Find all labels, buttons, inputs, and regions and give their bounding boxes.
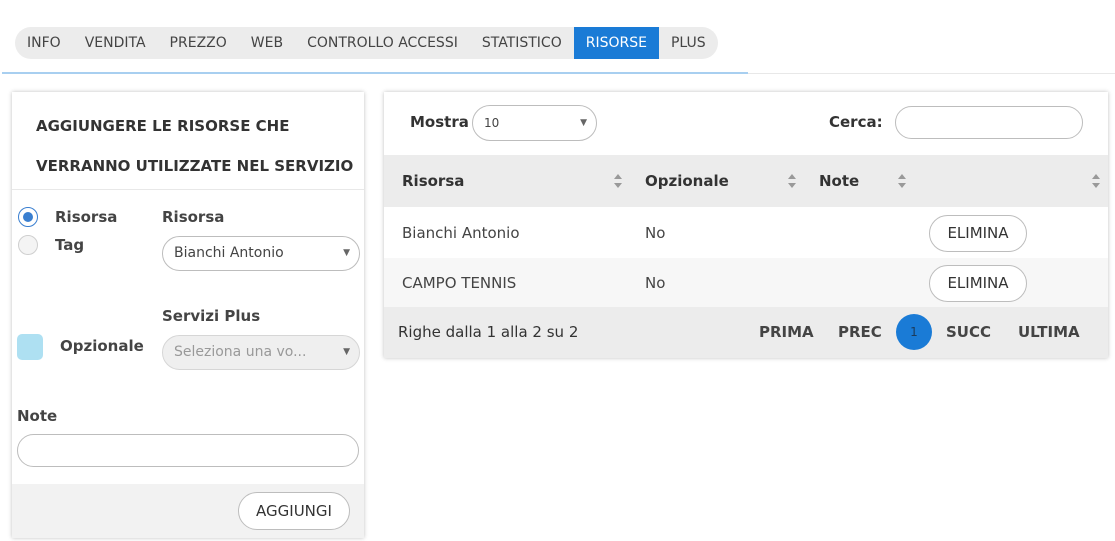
tab-risorse[interactable]: RISORSE (573, 27, 659, 59)
panel-title-line-2: VERRANNO UTILIZZATE NEL SERVIZIO (36, 157, 354, 175)
chevron-down-icon: ▼ (580, 118, 587, 128)
table-footer: Righe dalla 1 alla 2 su 2 PRIMA PREC 1 S… (384, 307, 1108, 358)
panel-title-line-1: AGGIUNGERE LE RISORSE CHE (36, 117, 290, 135)
resource-label: Risorsa (162, 208, 225, 226)
cell-opzionale: No (645, 274, 666, 292)
optional-checkbox[interactable] (17, 334, 43, 360)
delete-button[interactable]: ELIMINA (929, 215, 1027, 252)
pagination-first[interactable]: PRIMA (759, 307, 814, 358)
pagination-next[interactable]: SUCC (946, 307, 991, 358)
pagination-last[interactable]: ULTIMA (1018, 307, 1080, 358)
add-resource-panel: AGGIUNGERE LE RISORSE CHE VERRANNO UTILI… (12, 92, 364, 538)
add-button[interactable]: AGGIUNGI (238, 492, 350, 530)
sort-icon[interactable] (897, 173, 907, 189)
radio-tag-label: Tag (55, 236, 85, 254)
resource-select[interactable]: Bianchi Antonio ▼ (162, 236, 360, 271)
radio-risorsa-label: Risorsa (55, 208, 118, 226)
resources-table-panel: Mostra 10 ▼ Cerca: Risorsa Opzionale Not… (384, 92, 1108, 358)
show-label: Mostra (410, 113, 469, 131)
optional-label: Opzionale (60, 337, 144, 355)
page-size-value: 10 (484, 116, 500, 130)
table-header: Risorsa Opzionale Note (384, 155, 1108, 207)
tab-plus[interactable]: PLUS (659, 27, 718, 59)
sort-icon[interactable] (787, 173, 797, 189)
tab-prezzo[interactable]: PREZZO (158, 27, 239, 59)
radio-tag[interactable] (18, 235, 38, 255)
chevron-down-icon: ▼ (343, 347, 350, 357)
table-info: Righe dalla 1 alla 2 su 2 (398, 323, 579, 341)
panel-header: AGGIUNGERE LE RISORSE CHE VERRANNO UTILI… (12, 92, 364, 190)
tab-info[interactable]: INFO (15, 27, 73, 59)
cell-risorsa: Bianchi Antonio (402, 224, 520, 242)
radio-option-tag[interactable]: Tag (18, 235, 84, 255)
pagination-current-page[interactable]: 1 (896, 314, 932, 350)
chevron-down-icon: ▼ (343, 248, 350, 258)
services-plus-label: Servizi Plus (162, 307, 261, 325)
resource-select-value: Bianchi Antonio (174, 245, 284, 261)
tabs: INFO VENDITA PREZZO WEB CONTROLLO ACCESS… (15, 27, 718, 59)
radio-option-risorsa[interactable]: Risorsa (18, 207, 117, 227)
tab-bar: INFO VENDITA PREZZO WEB CONTROLLO ACCESS… (2, 12, 1115, 74)
tab-underline (2, 72, 748, 74)
column-header-opzionale[interactable]: Opzionale (645, 155, 729, 207)
sort-icon[interactable] (613, 173, 623, 189)
column-header-risorsa[interactable]: Risorsa (402, 155, 464, 207)
sort-icon[interactable] (1091, 173, 1101, 189)
pagination-prev[interactable]: PREC (838, 307, 882, 358)
note-label: Note (17, 407, 58, 425)
cell-risorsa: CAMPO TENNIS (402, 274, 517, 292)
search-input[interactable] (895, 106, 1083, 139)
tab-statistico[interactable]: STATISTICO (470, 27, 574, 59)
tab-controllo-accessi[interactable]: CONTROLLO ACCESSI (295, 27, 470, 59)
search-label: Cerca: (829, 113, 883, 131)
column-header-note[interactable]: Note (819, 155, 859, 207)
cell-opzionale: No (645, 224, 666, 242)
table-row: CAMPO TENNIS No ELIMINA (384, 258, 1108, 308)
delete-button[interactable]: ELIMINA (929, 265, 1027, 302)
services-plus-select[interactable]: Seleziona una vo... ▼ (162, 335, 360, 370)
panel-footer: AGGIUNGI (12, 484, 364, 538)
tab-vendita[interactable]: VENDITA (73, 27, 158, 59)
services-plus-placeholder: Seleziona una vo... (174, 344, 307, 360)
table-row: Bianchi Antonio No ELIMINA (384, 208, 1108, 258)
radio-risorsa[interactable] (18, 207, 38, 227)
tab-web[interactable]: WEB (239, 27, 295, 59)
note-input[interactable] (17, 434, 359, 467)
page-size-select[interactable]: 10 ▼ (472, 105, 597, 141)
